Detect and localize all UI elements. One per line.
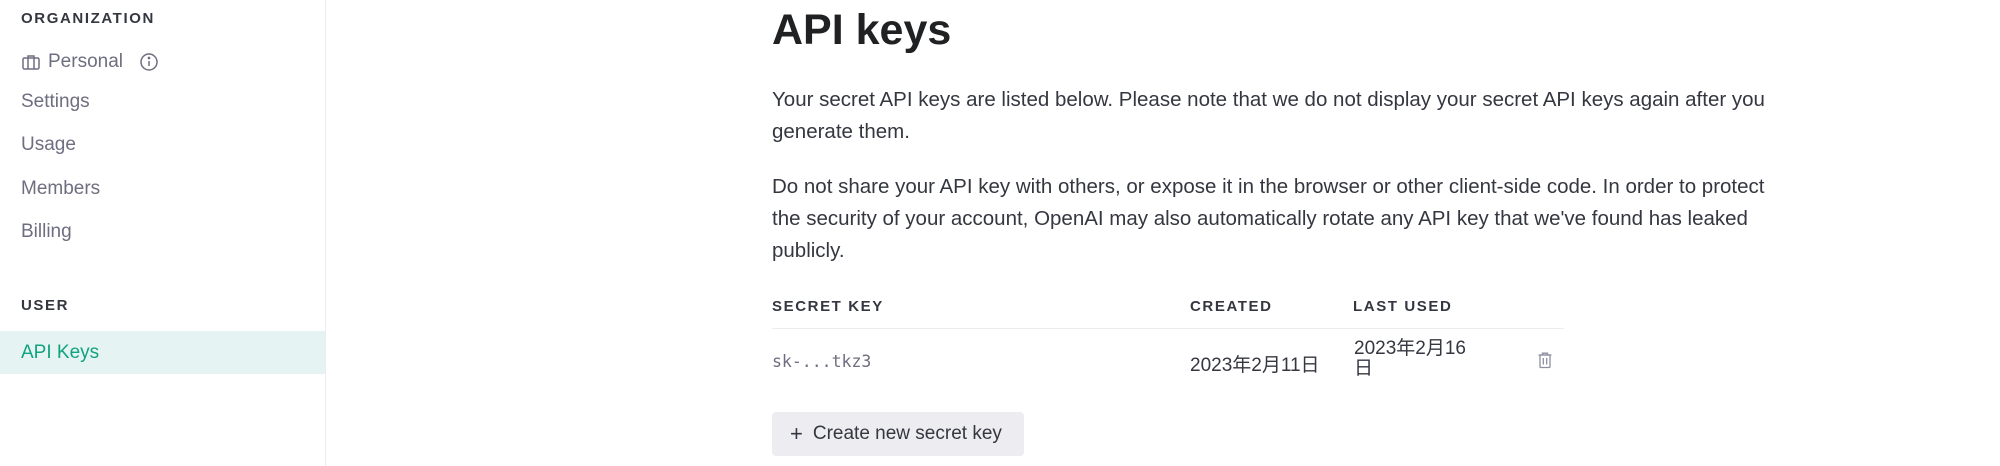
sidebar: ORGANIZATION Personal Settings Usage Mem… <box>0 0 326 466</box>
intro-paragraph: Your secret API keys are listed below. P… <box>772 88 1765 143</box>
org-selector[interactable]: Personal <box>21 48 159 76</box>
sidebar-item-settings[interactable]: Settings <box>0 81 325 123</box>
plus-icon: + <box>790 421 803 446</box>
secret-key-value: sk-...tkz3 <box>772 352 872 371</box>
user-section-header: USER <box>21 297 70 314</box>
last-used-date: 2023年2月16日 <box>1354 338 1466 379</box>
sidebar-item-members[interactable]: Members <box>0 168 325 210</box>
created-date: 2023年2月11日 <box>1190 355 1320 376</box>
sidebar-item-usage[interactable]: Usage <box>0 124 325 166</box>
page-title: API keys <box>772 6 952 54</box>
create-secret-key-button[interactable]: + Create new secret key <box>772 412 1024 456</box>
briefcase-icon <box>21 52 41 72</box>
column-header-last-used: LAST USED <box>1353 298 1453 315</box>
org-name: Personal <box>48 51 123 72</box>
sidebar-item-label: API Keys <box>21 341 100 363</box>
sidebar-item-api-keys[interactable]: API Keys <box>0 331 325 374</box>
sidebar-item-label: Billing <box>21 221 72 242</box>
table-header-divider <box>772 328 1564 329</box>
trash-icon[interactable] <box>1535 349 1555 371</box>
sidebar-item-label: Usage <box>21 134 76 155</box>
column-header-secret-key: SECRET KEY <box>772 298 884 315</box>
column-header-created: CREATED <box>1190 298 1273 315</box>
security-paragraph: Do not share your API key with others, o… <box>772 175 1765 262</box>
create-secret-key-label: Create new secret key <box>812 423 1002 444</box>
sidebar-item-label: Settings <box>21 91 90 112</box>
info-icon[interactable] <box>139 52 159 72</box>
sidebar-item-label: Members <box>21 178 101 199</box>
organization-section-header: ORGANIZATION <box>21 10 155 27</box>
sidebar-item-billing[interactable]: Billing <box>0 211 325 253</box>
